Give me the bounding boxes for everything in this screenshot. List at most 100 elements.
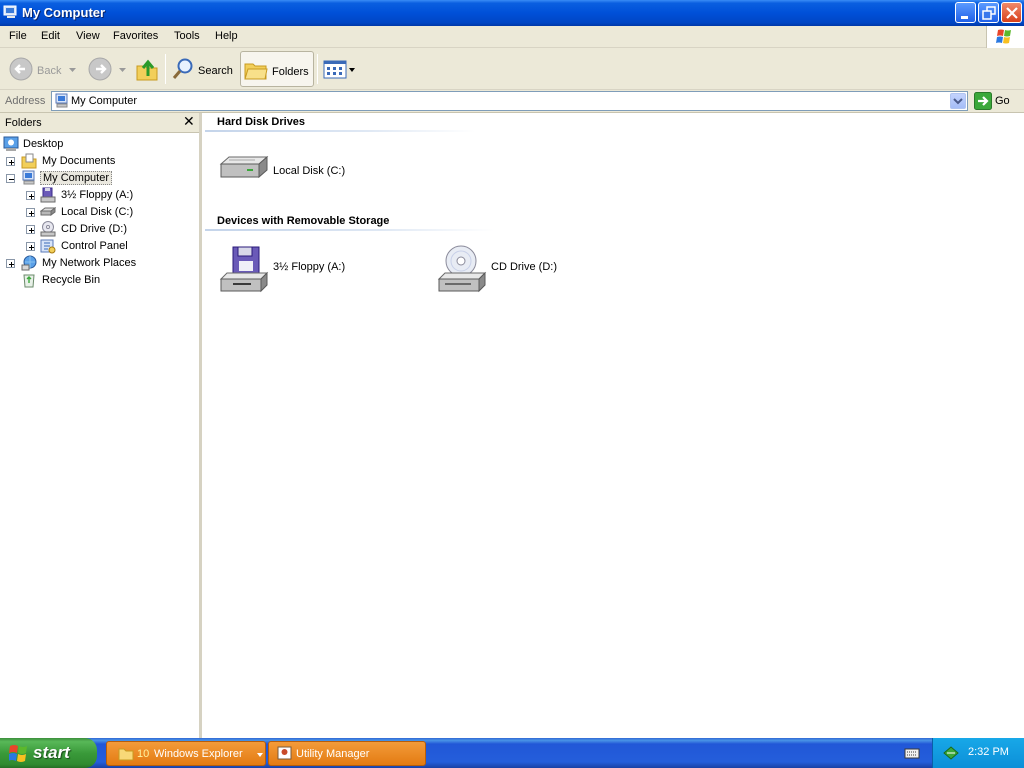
task-label: Windows Explorer [154,748,243,760]
toolbar: Back Search Folders [0,48,1024,90]
group-heading-removable-storage: Devices with Removable Storage [217,215,390,227]
windows-logo-icon [9,745,27,762]
tree-item-floppy[interactable]: 3½ Floppy (A:) [26,187,192,204]
search-button[interactable]: Search [169,51,235,87]
drive-item-cd-drive[interactable]: CD Drive (D:) [437,243,637,295]
maximize-button[interactable] [978,2,999,23]
network-tray-icon[interactable] [942,745,960,761]
address-input[interactable]: My Computer [51,91,968,111]
views-button[interactable] [321,51,357,87]
expand-plus-icon[interactable] [6,157,15,166]
my-documents-icon [21,153,37,169]
tree-item-label: 3½ Floppy (A:) [61,189,134,201]
expand-plus-icon[interactable] [26,208,35,217]
menu-file[interactable]: File [9,30,27,42]
my-computer-icon [3,5,19,19]
my-computer-icon [55,93,68,108]
tree-item-label: CD Drive (D:) [61,223,127,235]
expand-plus-icon[interactable] [6,259,15,268]
drive-label: CD Drive (D:) [491,261,557,273]
chevron-down-icon [257,753,263,757]
tree-item-my-computer[interactable]: My Computer [6,170,192,187]
back-arrow-icon [9,57,33,81]
folders-label: Folders [272,66,309,78]
tree-item-local-disk[interactable]: Local Disk (C:) [26,204,192,221]
tree-item-label: My Documents [42,155,116,167]
close-icon[interactable]: ✕ [183,114,195,130]
expand-plus-icon[interactable] [26,191,35,200]
title-bar[interactable]: My Computer [0,0,1024,26]
folders-pane: Folders ✕ Desktop My Documents My Comput… [0,113,202,739]
cd-drive-icon [40,221,56,237]
drive-item-local-disk[interactable]: Local Disk (C:) [219,147,419,199]
menu-help[interactable]: Help [215,30,238,42]
tree-item-label: Desktop [23,138,64,150]
forward-button[interactable] [86,51,130,87]
start-label: start [33,743,70,762]
group-divider [205,229,495,231]
collapse-minus-icon[interactable] [6,174,15,183]
folders-pane-header: Folders ✕ [0,113,199,133]
start-button[interactable]: start [0,738,97,768]
tree-item-desktop[interactable]: Desktop [2,136,192,153]
tree-item-control-panel[interactable]: Control Panel [26,238,192,255]
go-arrow-icon [974,92,992,110]
control-panel-icon [40,239,56,254]
hard-disk-icon [40,207,56,216]
expand-plus-icon[interactable] [26,225,35,234]
forward-arrow-icon [88,57,112,81]
up-folder-button[interactable] [133,51,161,87]
tree-item-label: My Network Places [42,257,137,269]
cd-drive-icon [437,245,487,293]
views-icon [323,60,347,79]
hard-disk-icon [219,155,269,179]
tree-item-my-documents[interactable]: My Documents [6,153,192,170]
task-label: Utility Manager [296,748,370,760]
network-places-icon [21,255,37,271]
keyboard-icon[interactable] [904,746,920,760]
folders-pane-title: Folders [5,117,42,129]
chevron-down-icon [953,98,963,105]
taskbar-button-utility-manager[interactable]: Utility Manager [268,741,426,766]
toolbar-separator [165,54,166,84]
tree-item-cd-drive[interactable]: CD Drive (D:) [26,221,192,238]
back-button[interactable]: Back [6,51,78,87]
search-label: Search [198,65,233,77]
group-divider [205,130,475,132]
taskbar: start 10 Windows Explorer Utility Manage… [0,738,1024,768]
system-tray: 2:32 PM [932,738,1024,768]
chevron-down-icon [349,68,355,72]
menu-view[interactable]: View [76,30,100,42]
taskbar-button-windows-explorer[interactable]: 10 Windows Explorer [106,741,266,766]
drive-label: Local Disk (C:) [273,165,346,177]
tree-item-network-places[interactable]: My Network Places [6,255,192,272]
close-button[interactable] [1001,2,1022,23]
floppy-drive-icon [219,246,269,293]
address-dropdown-button[interactable] [950,93,966,109]
menu-edit[interactable]: Edit [41,30,60,42]
go-button[interactable]: Go [971,91,1017,111]
content-pane: Hard Disk Drives Local Disk (C:) Devices… [205,113,1024,739]
window-title: My Computer [22,5,106,20]
back-label: Back [37,65,62,77]
group-heading-hard-disk-drives: Hard Disk Drives [217,116,306,128]
tree-item-label: Recycle Bin [42,274,101,286]
folders-button[interactable]: Folders [240,51,314,87]
task-group-count: 10 [137,748,150,760]
address-value: My Computer [71,95,138,107]
search-icon [172,58,193,79]
address-label: Address [5,95,46,107]
clock: 2:32 PM [968,746,1009,758]
menu-favorites[interactable]: Favorites [113,30,158,42]
drive-item-floppy[interactable]: 3½ Floppy (A:) [219,243,419,295]
expand-plus-icon[interactable] [26,242,35,251]
minimize-button[interactable] [955,2,976,23]
menu-bar: File Edit View Favorites Tools Help [0,26,1024,48]
up-folder-icon [136,59,158,81]
floppy-drive-icon [40,187,56,203]
chevron-down-icon [69,68,76,72]
menu-tools[interactable]: Tools [174,30,200,42]
utility-manager-icon [277,746,292,760]
tree-item-recycle-bin[interactable]: Recycle Bin [6,272,192,289]
my-computer-icon [22,170,35,185]
